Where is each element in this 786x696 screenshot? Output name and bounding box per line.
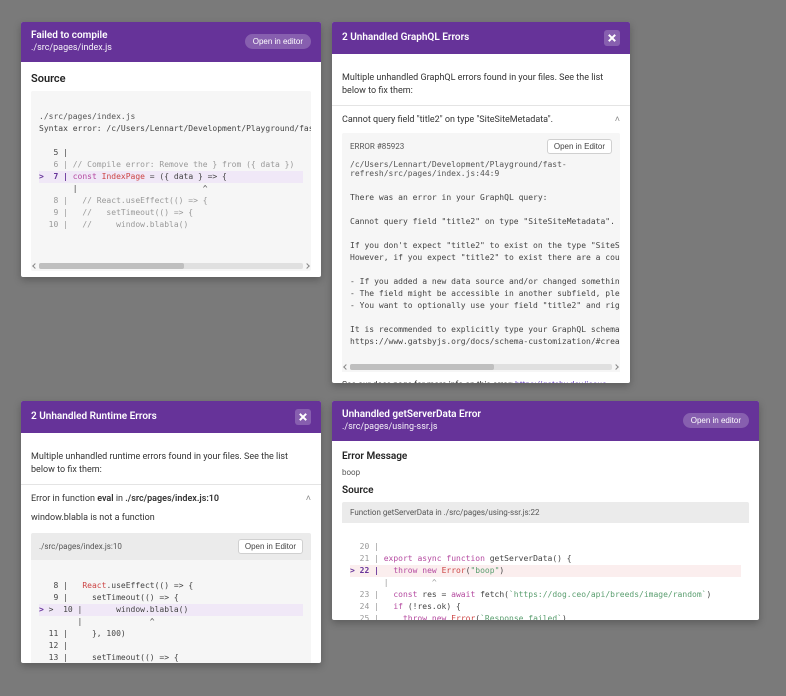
code-block: 20 | 21 | export async function getServe…: [342, 523, 749, 620]
ssr-error-panel: Unhandled getServerData Error ./src/page…: [332, 401, 759, 620]
source-heading: Source: [31, 72, 311, 85]
close-button[interactable]: [295, 409, 311, 425]
open-in-editor-button[interactable]: Open in Editor: [547, 139, 612, 154]
error-code: ERROR #85923: [350, 142, 404, 151]
error-message: boop: [342, 468, 749, 477]
error-body: There was an error in your GraphQL query…: [342, 184, 620, 362]
panel-title: Unhandled getServerData Error: [342, 409, 481, 421]
panel-subtitle: ./src/pages/index.js: [31, 43, 112, 54]
accordion-label: Cannot query field "title2" on type "Sit…: [342, 115, 553, 125]
intro-text: Multiple unhandled runtime errors found …: [21, 451, 321, 484]
intro-text: Multiple unhandled GraphQL errors found …: [332, 72, 630, 105]
horizontal-scrollbar[interactable]: [350, 364, 612, 370]
panel-title: Failed to compile: [31, 30, 112, 42]
file-path: /c/Users/Lennart/Development/Playground/…: [342, 160, 620, 184]
compile-error-panel: Failed to compile ./src/pages/index.js O…: [21, 22, 321, 277]
error-message-heading: Error Message: [342, 451, 749, 462]
panel-header: 2 Unhandled GraphQL Errors: [332, 22, 630, 54]
open-in-editor-button[interactable]: Open in editor: [245, 34, 311, 49]
accordion-label: Error in function eval in ./src/pages/in…: [31, 494, 219, 504]
function-path: Function getServerData in ./src/pages/us…: [350, 508, 540, 517]
code-block: ./src/pages/index.js Syntax error: /c/Us…: [31, 91, 311, 271]
panel-header: 2 Unhandled Runtime Errors: [21, 401, 321, 433]
open-in-editor-button[interactable]: Open in editor: [683, 413, 749, 428]
accordion-item-1[interactable]: Error in function eval in ./src/pages/in…: [21, 484, 321, 512]
accordion-content: ERROR #85923 Open in Editor /c/Users/Len…: [332, 133, 630, 383]
open-in-editor-button[interactable]: Open in Editor: [238, 539, 303, 554]
accordion-content: window.blabla is not a function ./src/pa…: [21, 512, 321, 663]
source-heading: Source: [342, 485, 749, 496]
chevron-up-icon: ˄: [615, 114, 620, 125]
panel-title: 2 Unhandled GraphQL Errors: [342, 32, 469, 44]
close-icon: [608, 34, 616, 42]
error-message: window.blabla is not a function: [31, 512, 311, 525]
chevron-up-icon: ˄: [306, 493, 311, 504]
close-icon: [299, 413, 307, 421]
file-path: ./src/pages/index.js:10: [39, 542, 122, 551]
panel-title: 2 Unhandled Runtime Errors: [31, 411, 157, 423]
code-block: 8 | React.useEffect(() => { 9 | setTimeo…: [31, 560, 311, 663]
close-button[interactable]: [604, 30, 620, 46]
panel-header: Unhandled getServerData Error ./src/page…: [332, 401, 759, 441]
runtime-error-panel: 2 Unhandled Runtime Errors Multiple unha…: [21, 401, 321, 663]
accordion-item-1[interactable]: Cannot query field "title2" on type "Sit…: [332, 105, 630, 133]
graphql-error-panel: 2 Unhandled GraphQL Errors Multiple unha…: [332, 22, 630, 383]
panel-subtitle: ./src/pages/using-ssr.js: [342, 422, 481, 433]
panel-header: Failed to compile ./src/pages/index.js O…: [21, 22, 321, 62]
horizontal-scrollbar[interactable]: [39, 263, 303, 269]
docs-text: See our docs page for more info on this …: [342, 380, 620, 383]
